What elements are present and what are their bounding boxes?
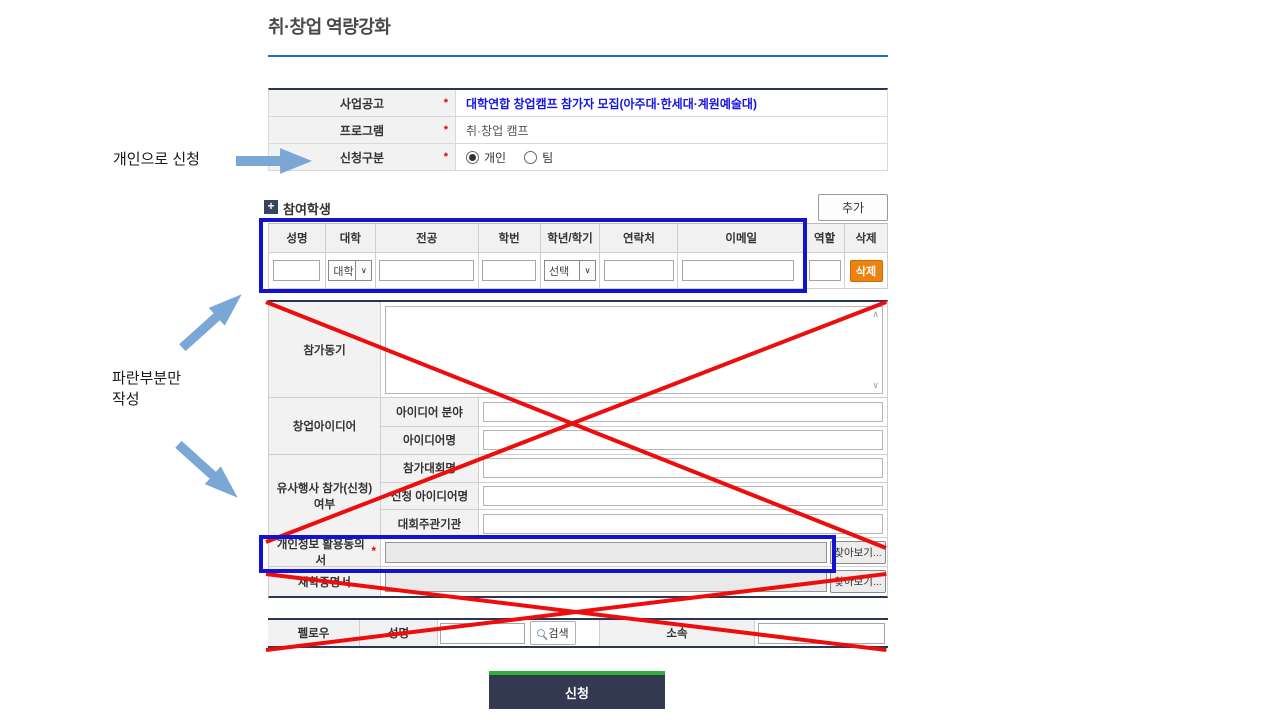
label-text: 사업공고 [340,95,384,112]
label-text: 신청구분 [340,149,384,166]
motivation-row: 참가동기 ∧ ∨ [269,302,887,398]
table-row: 프로그램 * 취·창업 캠프 [269,117,887,144]
required-asterisk: * [444,151,448,163]
applied-idea-input[interactable] [483,486,883,506]
label-text: 프로그램 [340,122,384,139]
scroll-down-icon[interactable]: ∨ [872,380,879,391]
annotation-line: 파란부분만 [112,368,181,389]
business-notice-value: 대학연합 창업캠프 참가자 모집(아주대·한세대·계원예술대) [456,90,887,116]
delete-student-button[interactable]: 삭제 [850,260,883,282]
submit-button[interactable]: 신청 [489,671,665,709]
required-asterisk: * [444,124,448,136]
applied-idea-row: 신청 아이디어명 [381,483,887,511]
add-student-button[interactable]: 추가 [818,194,888,221]
similar-event-label: 유사행사 참가(신청)여부 [269,455,381,537]
radio-individual[interactable] [466,151,479,164]
arrow-up-right-icon [174,285,251,358]
annotation-line: 작성 [112,389,181,410]
page-title: 취·창업 역량강화 [268,13,390,39]
table-row: 사업공고 * 대학연합 창업캠프 참가자 모집(아주대·한세대·계원예술대) [269,90,887,117]
motivation-label: 참가동기 [269,302,381,397]
table-row: 신청구분 * 개인 팀 [269,144,887,171]
scroll-up-icon[interactable]: ∧ [872,309,879,320]
radio-individual-label: 개인 [484,149,506,166]
host-org-label: 대회주관기관 [381,510,479,537]
program-label: 프로그램 * [269,117,456,143]
highlight-box-consent-row [259,535,836,573]
highlight-box-student-table [259,218,807,293]
host-org-row: 대회주관기관 [381,510,887,537]
arrow-down-right-icon [170,435,247,508]
student-section-title: 참여학생 [283,199,331,218]
idea-field-row: 아이디어 분야 [381,398,887,427]
apply-type-radio-group: 개인 팀 [456,144,887,170]
search-button-label: 검색 [548,625,568,641]
fellow-table: 펠로우 성명 검색 소속 [268,618,888,648]
application-page: 취·창업 역량강화 사업공고 * 대학연합 창업캠프 참가자 모집(아주대·한세… [0,0,1280,720]
program-info-table: 사업공고 * 대학연합 창업캠프 참가자 모집(아주대·한세대·계원예술대) 프… [268,88,888,171]
col-role: 역할 [805,224,845,253]
business-notice-label: 사업공고 * [269,90,456,116]
col-delete: 삭제 [845,224,888,253]
role-input[interactable] [809,260,841,281]
required-asterisk: * [444,97,448,109]
radio-team-label: 팀 [542,149,553,166]
similar-event-group: 유사행사 참가(신청)여부 참가대회명 신청 아이디어명 대회주관기관 [269,455,887,538]
fellow-search-button[interactable]: 검색 [530,621,576,645]
idea-name-label: 아이디어명 [381,427,479,455]
search-icon [537,629,545,637]
plus-icon: + [264,200,278,214]
radio-team[interactable] [524,151,537,164]
applied-idea-label: 신청 아이디어명 [381,483,479,510]
annotation-individual-note: 개인으로 신청 [113,149,200,170]
title-underline [268,55,888,57]
annotation-blue-only-note: 파란부분만 작성 [112,368,181,410]
program-value: 취·창업 캠프 [456,117,887,143]
idea-field-label: 아이디어 분야 [381,398,479,426]
startup-idea-label: 창업아이디어 [269,398,381,454]
